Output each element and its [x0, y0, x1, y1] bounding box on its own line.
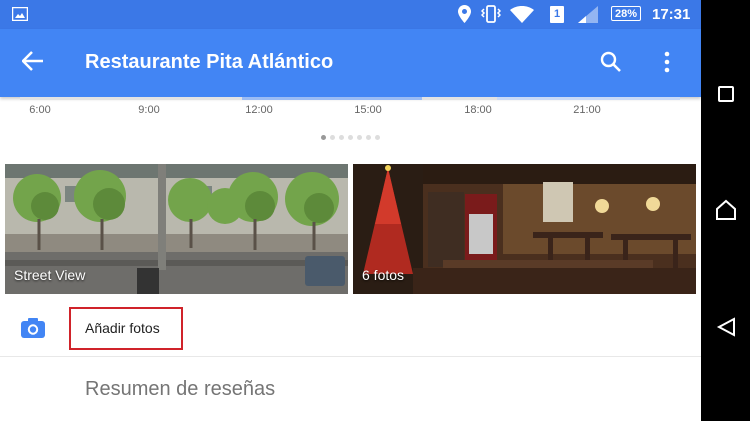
timeline-highlight	[242, 97, 422, 100]
clock: 17:31	[652, 6, 691, 23]
back-icon[interactable]	[716, 317, 736, 342]
carousel-dot[interactable]	[330, 135, 335, 140]
timeline-label: 12:00	[245, 104, 273, 116]
timeline-label: 9:00	[138, 104, 160, 116]
signal-icon	[578, 6, 598, 28]
timeline-label: 6:00	[29, 104, 51, 116]
wifi-icon	[510, 6, 534, 28]
interior-photo[interactable]: 6 fotos	[353, 164, 696, 294]
carousel-indicator	[0, 127, 701, 145]
vibrate-icon	[480, 5, 502, 28]
photo-label: 6 fotos	[362, 267, 405, 283]
photo-label: Street View	[14, 267, 86, 283]
page-title: Restaurante Pita Atlántico	[85, 51, 334, 73]
timeline-label: 21:00	[573, 104, 601, 116]
carousel-dot[interactable]	[375, 135, 380, 140]
camera-icon[interactable]	[20, 317, 46, 344]
carousel-dot[interactable]	[366, 135, 371, 140]
popular-times-timeline[interactable]: 6:00 9:00 12:00 15:00 18:00 21:00	[0, 97, 701, 131]
carousel-dot[interactable]	[339, 135, 344, 140]
navigation-bar	[701, 0, 750, 421]
carousel-dot[interactable]	[357, 135, 362, 140]
carousel-dot[interactable]	[348, 135, 353, 140]
app-bar: Restaurante Pita Atlántico	[0, 29, 701, 97]
sim-icon: 1	[550, 6, 564, 23]
recents-icon[interactable]	[718, 86, 734, 107]
reviews-summary-heading: Resumen de reseñas	[85, 378, 276, 400]
gallery-icon	[11, 6, 29, 26]
battery-indicator: 28%	[611, 6, 641, 21]
arrow-back-icon[interactable]	[21, 51, 44, 76]
search-icon[interactable]	[600, 51, 622, 78]
carousel-dot[interactable]	[321, 135, 326, 140]
app-screen: 1 28% 17:31 Restaurante Pita Atlántico 6…	[0, 0, 701, 421]
timeline-label: 18:00	[464, 104, 492, 116]
more-vert-icon[interactable]	[664, 51, 670, 78]
add-photos-row[interactable]: Añadir fotos	[0, 302, 701, 357]
timeline-label: 15:00	[354, 104, 382, 116]
status-bar: 1 28% 17:31	[0, 0, 701, 29]
add-photos-button[interactable]: Añadir fotos	[69, 307, 183, 350]
home-icon[interactable]	[715, 199, 737, 226]
timeline-highlight-later	[497, 97, 680, 100]
location-icon	[458, 5, 471, 28]
street-view-photo[interactable]: Street View	[5, 164, 348, 294]
